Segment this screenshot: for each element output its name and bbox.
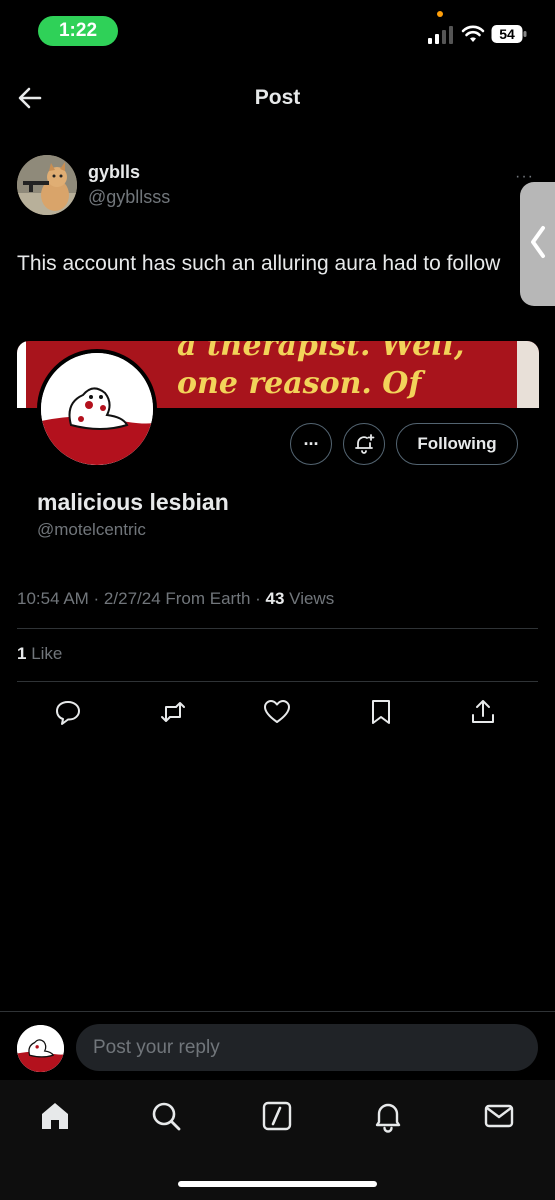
- search-icon[interactable]: [149, 1099, 183, 1133]
- profile-more-icon: ···: [303, 433, 320, 454]
- bookmark-icon[interactable]: [366, 697, 396, 727]
- status-time: 1:22: [38, 16, 118, 46]
- author-avatar[interactable]: [17, 155, 77, 215]
- views-label: Views: [284, 589, 335, 608]
- bell-plus-icon: [355, 434, 375, 454]
- wifi-icon: [461, 25, 485, 42]
- status-bar: 1:22 54: [0, 0, 555, 62]
- likes-label: Like: [26, 644, 63, 663]
- seal-drawing-image: [17, 1025, 64, 1072]
- like-icon[interactable]: [262, 697, 292, 727]
- tweet-timestamp: 10:54 AM · 2/27/24 From Earth ·: [17, 589, 266, 608]
- author-name[interactable]: gyblls: [88, 162, 140, 183]
- subscribe-notifications-button[interactable]: [343, 423, 385, 465]
- tweet-text: This account has such an alluring aura h…: [17, 252, 501, 275]
- author-handle[interactable]: @gybllsss: [88, 187, 170, 208]
- reply-avatar[interactable]: [17, 1025, 64, 1072]
- battery-icon: 54: [491, 25, 527, 43]
- divider: [17, 681, 538, 682]
- divider: [17, 628, 538, 629]
- home-icon[interactable]: [38, 1099, 72, 1133]
- views-count: 43: [265, 589, 285, 608]
- repost-icon[interactable]: [158, 697, 188, 727]
- reply-icon[interactable]: [53, 697, 83, 727]
- banner-text: a therapist. Well, one reason. Of many.: [177, 341, 465, 408]
- battery-level: 54: [499, 26, 515, 42]
- reply-input[interactable]: [76, 1024, 538, 1071]
- notifications-icon[interactable]: [371, 1099, 405, 1133]
- share-icon[interactable]: [468, 697, 498, 727]
- nav-header: Post: [0, 62, 555, 132]
- grok-icon[interactable]: [260, 1099, 294, 1133]
- likes-row[interactable]: 1 Like: [17, 644, 62, 664]
- page-title: Post: [254, 86, 301, 109]
- profile-more-button[interactable]: ···: [290, 423, 332, 465]
- following-button[interactable]: Following: [396, 423, 518, 465]
- profile-avatar[interactable]: [37, 349, 157, 469]
- divider: [0, 1011, 555, 1012]
- profile-handle[interactable]: @motelcentric: [37, 520, 146, 540]
- seal-drawing-image: [41, 353, 153, 465]
- cat-with-gun-image: [17, 155, 77, 215]
- banner-edge-right: [517, 341, 539, 408]
- home-indicator[interactable]: [178, 1181, 377, 1187]
- tweet-meta: 10:54 AM · 2/27/24 From Earth · 43 Views: [17, 589, 334, 609]
- banner-edge-left: [17, 341, 26, 408]
- signal-icon: [428, 26, 453, 44]
- messages-icon[interactable]: [482, 1099, 516, 1133]
- chevron-left-icon: [531, 226, 545, 258]
- privacy-indicator-dot: [437, 11, 443, 17]
- profile-display-name[interactable]: malicious lesbian: [37, 489, 229, 516]
